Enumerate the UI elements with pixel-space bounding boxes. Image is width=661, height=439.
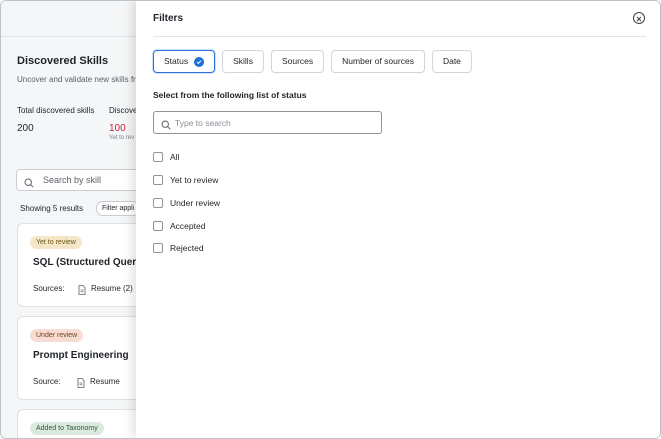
stat-total-label: Total discovered skills [17,106,95,115]
panel-divider [153,36,646,37]
document-icon [77,375,85,393]
status-badge: Under review [30,329,84,342]
source-value: Resume [90,377,120,386]
close-icon [636,9,642,27]
status-badge: Yet to review [30,236,82,249]
option-label: Rejected [170,243,204,253]
status-option-all[interactable]: All [153,151,179,163]
checkbox[interactable] [153,198,163,208]
filters-title: Filters [153,13,184,24]
skill-search-input[interactable]: Search by skill [16,169,156,191]
option-label: Yet to review [170,175,219,185]
filter-applied-chip[interactable]: Filter appli [96,201,141,216]
stat-discovered-label: Discove [109,106,138,115]
source-value: Resume (2) [91,284,133,293]
close-button[interactable] [633,12,645,24]
tab-label: Status [164,56,189,66]
option-label: All [170,152,180,162]
stat-discovered-note: Yet to rev [109,135,135,141]
option-label: Under review [170,198,221,208]
checkbox[interactable] [153,243,163,253]
tab-sources[interactable]: Sources [270,50,325,73]
stat-total-value: 200 [17,123,34,134]
checkbox[interactable] [153,221,163,231]
check-icon [194,56,205,67]
tab-date[interactable]: Date [431,50,472,73]
app-window: Discovered Skills Uncover and validate n… [0,0,661,439]
results-count: Showing 5 results [20,204,84,213]
status-section-label: Select from the following list of status [153,90,307,100]
status-option-yet-to-review[interactable]: Yet to review [153,174,218,186]
status-option-under-review[interactable]: Under review [153,197,220,209]
source-label: Sources: [33,284,65,293]
status-option-accepted[interactable]: Accepted [153,220,205,232]
status-search-box [153,111,382,134]
tab-label: Sources [281,56,314,66]
option-label: Accepted [170,221,206,231]
skill-title: SQL (Structured Query L [33,257,151,268]
document-icon [78,282,86,300]
status-option-rejected[interactable]: Rejected [153,242,204,254]
tab-status[interactable]: Status [153,50,216,73]
skill-title: Prompt Engineering [33,350,129,361]
tab-skills[interactable]: Skills [222,50,264,73]
tab-number-of-sources[interactable]: Number of sources [331,50,425,73]
header-divider [1,36,141,37]
page-title: Discovered Skills [17,55,109,67]
page-subtitle: Uncover and validate new skills fr [17,75,136,84]
checkbox[interactable] [153,175,163,185]
tab-label: Date [442,56,461,66]
tab-label: Skills [233,56,253,66]
status-badge: Added to Taxonomy [30,422,104,435]
status-search-input[interactable] [175,115,375,130]
source-label: Source: [33,377,61,386]
stat-discovered-value: 100 [109,123,126,134]
skill-search-placeholder: Search by skill [43,175,102,185]
search-icon [24,175,34,193]
tab-label: Number of sources [342,56,414,66]
search-icon [161,117,171,135]
filter-tabs: Status Skills Sources Number of sources … [153,50,472,73]
filters-panel: Filters Status Skills Sources Number of … [136,1,660,438]
checkbox[interactable] [153,152,163,162]
